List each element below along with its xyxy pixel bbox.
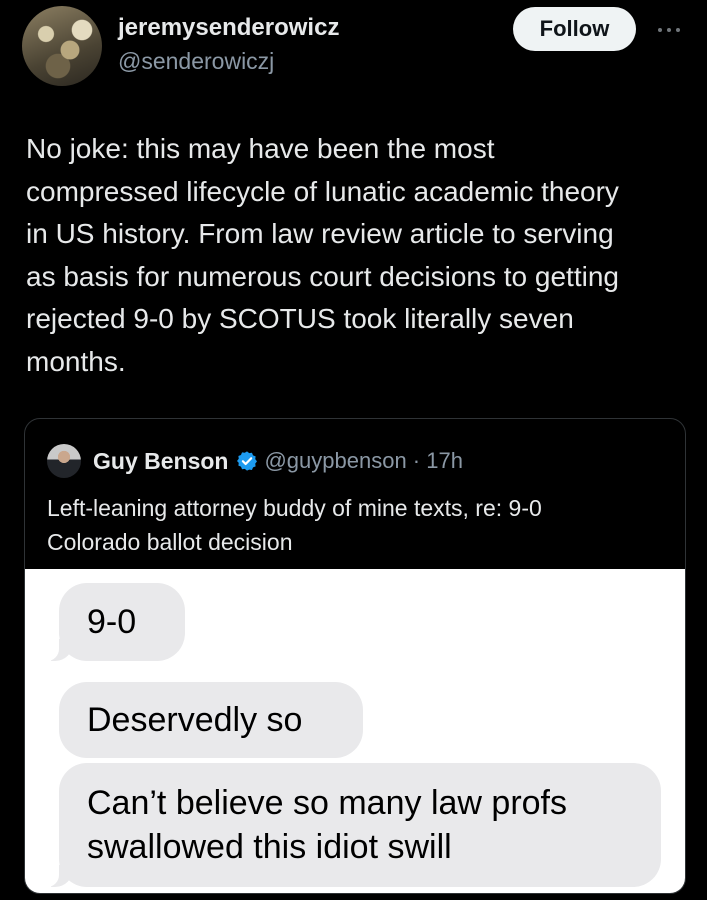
quoted-post-image[interactable]: 9-0 Deservedly so Can’t believe so many … [25, 569, 685, 893]
post-text-line: compressed lifecycle of lunatic academic… [26, 175, 619, 207]
message-bubble: Can’t believe so many law profs swallowe… [45, 763, 661, 887]
message-bubble: 9-0 [45, 583, 185, 661]
post-text-line: rejected 9-0 by SCOTUS took literally se… [26, 303, 574, 334]
post-text-line: as basis for numerous court decisions to… [26, 260, 619, 292]
quoted-post-card[interactable]: Guy Benson @guypbenson · 17h Left-leanin… [24, 418, 686, 894]
quoted-post-text: Left-leaning attorney buddy of mine text… [47, 491, 667, 559]
message-bubble: Deservedly so [59, 682, 363, 758]
author-handle[interactable]: @senderowiczj [118, 48, 274, 75]
post-text-line: months. [26, 345, 126, 377]
author-display-name[interactable]: jeremysenderowicz [118, 14, 339, 42]
message-text: Deservedly so [87, 701, 303, 739]
quoted-post-text-line: Colorado ballot decision [47, 529, 293, 555]
message-text: 9-0 [87, 603, 137, 641]
quoted-author-name[interactable]: Guy Benson [93, 448, 228, 475]
post-text: No joke: this may have been the most com… [26, 128, 696, 383]
message-text: Can’t believe so many law profs [87, 784, 568, 822]
verified-badge-icon [237, 451, 258, 471]
post-text-line: No joke: this may have been the most [26, 133, 495, 164]
quoted-post-text-line: Left-leaning attorney buddy of mine text… [47, 495, 542, 521]
quoted-author-avatar[interactable] [47, 444, 81, 478]
bubble-tail [45, 639, 73, 661]
more-icon[interactable] [651, 22, 687, 38]
message-text: swallowed this idiot swill [87, 828, 452, 866]
quoted-author-handle-time[interactable]: @guypbenson · 17h [264, 448, 462, 474]
post-text-line: in US history. From law review article t… [26, 218, 614, 249]
follow-button[interactable]: Follow [513, 7, 636, 51]
author-avatar[interactable] [22, 6, 102, 86]
bubble-tail [45, 865, 73, 887]
quoted-post-header: Guy Benson @guypbenson · 17h [47, 443, 463, 479]
